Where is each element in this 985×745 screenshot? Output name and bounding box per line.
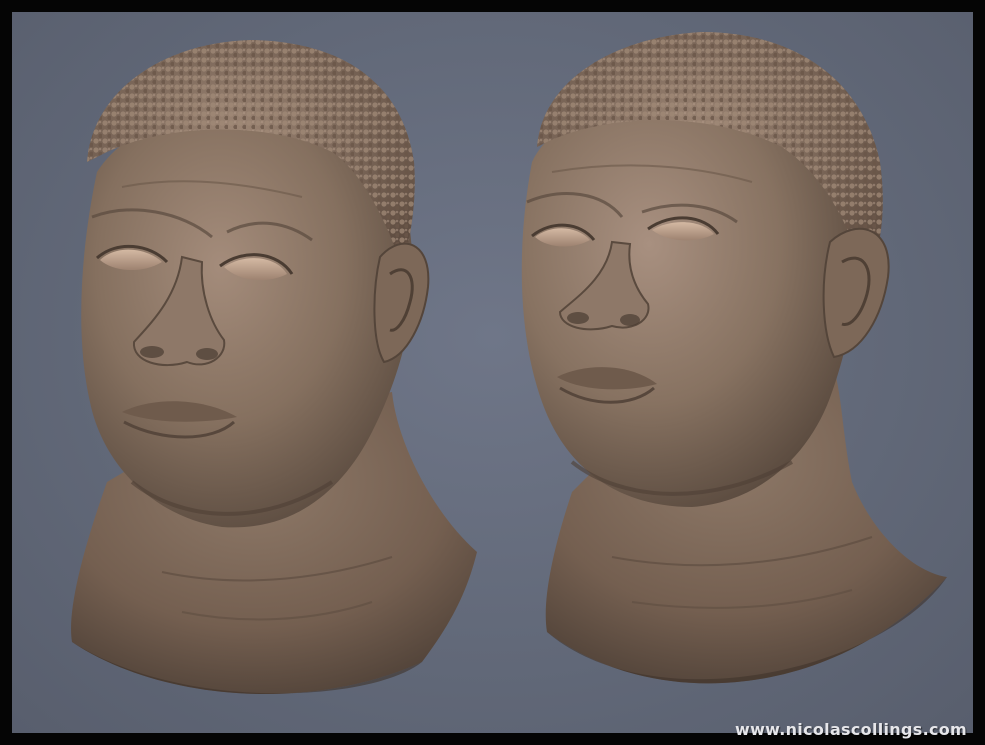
image-frame: www.nicolascollings.com	[0, 0, 985, 745]
right-head	[521, 32, 947, 684]
sculpt-render	[71, 32, 947, 695]
watermark-url: www.nicolascollings.com	[735, 720, 967, 739]
right-ear	[822, 227, 890, 359]
render-viewport	[12, 12, 973, 733]
left-head	[71, 40, 477, 695]
left-ear	[373, 242, 430, 364]
